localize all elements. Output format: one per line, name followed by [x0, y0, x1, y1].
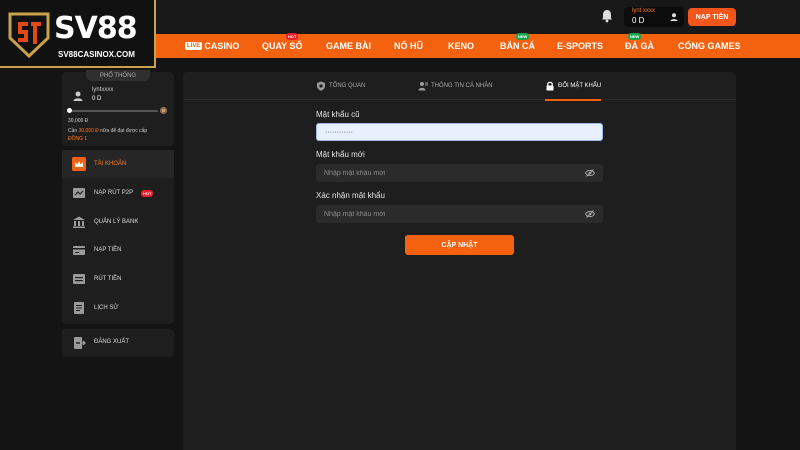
- header-balance: 0 D: [632, 16, 645, 25]
- sidebar-balance: 0 D: [92, 96, 102, 102]
- new-password-field[interactable]: [316, 164, 603, 182]
- logo-brand: SV88: [54, 11, 138, 46]
- nav-item-ban-ca[interactable]: BẮN CÁ NEW: [500, 33, 535, 58]
- hot-badge: HOT: [141, 189, 154, 197]
- account-menu: TÀI KHOẢN NẠP RÚT P2P HOT QUẢN LÝ BANK N…: [62, 150, 174, 324]
- user-card: PHỔ THÔNG lyntxxxx 0 D 30,000 Đ Cần 30,0…: [62, 70, 174, 146]
- need-prefix: Cần: [68, 128, 78, 134]
- nav-item-keno[interactable]: KENO: [448, 34, 474, 58]
- withdraw-icon: [73, 274, 85, 284]
- confirm-password-label: Xác nhận mật khẩu: [316, 191, 385, 200]
- bank-icon: [73, 216, 85, 228]
- menu-label: NẠP RÚT P2P: [94, 190, 134, 196]
- nav-label: ĐÁ GÀ: [625, 41, 654, 51]
- old-password-field[interactable]: [316, 123, 603, 141]
- need-suffix: nữa để đạt được cấp: [100, 128, 148, 134]
- eye-hidden-icon[interactable]: [585, 210, 595, 218]
- menu-label: TÀI KHOẢN: [94, 161, 127, 167]
- level-progress-bar: [67, 108, 158, 113]
- nav-item-game-bai[interactable]: GAME BÀI: [326, 34, 371, 58]
- new-password-label: Mật khẩu mới: [316, 150, 365, 159]
- sidebar-item-deposit[interactable]: NẠP TIỀN: [62, 236, 174, 264]
- nav-item-no-hu[interactable]: NỔ HŨ: [394, 34, 423, 58]
- menu-label: RÚT TIỀN: [94, 276, 122, 282]
- header-username: lynt xxxx: [632, 8, 656, 14]
- new-badge: NEW: [516, 33, 530, 40]
- nav-label: QUAY SỐ: [262, 41, 303, 51]
- nav-item-quay-so[interactable]: QUAY SỐ HOT: [262, 33, 303, 58]
- logout-icon: [74, 337, 86, 349]
- menu-label: LỊCH SỬ: [94, 305, 119, 311]
- deposit-button[interactable]: NẠP TIỀN: [688, 8, 736, 26]
- sidebar-item-history[interactable]: LỊCH SỬ: [62, 294, 174, 322]
- sidebar-item-withdraw[interactable]: RÚT TIỀN: [62, 265, 174, 293]
- tier-label: PHỔ THÔNG: [86, 70, 150, 81]
- sidebar-username: lyntxxxx: [92, 87, 114, 93]
- site-logo[interactable]: SV88 SV88CASINOX.COM: [0, 0, 156, 68]
- nav-label: BẮN CÁ: [500, 41, 535, 51]
- history-icon: [74, 302, 84, 314]
- next-tier-name: ĐỒNG 1: [68, 135, 88, 142]
- tab-label: TỔNG QUAN: [329, 83, 366, 89]
- nav-label: E-SPORTS: [557, 41, 604, 51]
- nav-label: CASINO: [204, 41, 240, 51]
- crown-icon: [72, 157, 86, 171]
- nav-item-esports[interactable]: E-SPORTS: [557, 34, 603, 58]
- nav-label: KENO: [448, 41, 475, 51]
- logo-site: SV88CASINOX.COM: [58, 50, 135, 59]
- new-badge: NEW: [628, 33, 642, 40]
- account-tabs: TỔNG QUAN THÔNG TIN CÁ NHÂN ĐỔI MẬT KHẨU: [183, 72, 736, 101]
- logout-label: ĐĂNG XUẤT: [94, 339, 130, 345]
- user-card-icon: [418, 82, 428, 91]
- menu-label: QUẢN LÝ BANK: [94, 219, 139, 225]
- logout-button[interactable]: ĐĂNG XUẤT: [62, 329, 174, 357]
- tab-label: THÔNG TIN CÁ NHÂN: [431, 83, 493, 89]
- old-password-label: Mật khẩu cũ: [316, 110, 360, 119]
- sidebar-item-account[interactable]: TÀI KHOẢN: [62, 150, 174, 178]
- need-amount: 30,000 Đ: [78, 128, 99, 134]
- nav-item-cong-games[interactable]: CỔNG GAMES: [678, 34, 741, 58]
- user-icon: [670, 13, 678, 21]
- account-box[interactable]: lynt xxxx 0 D: [624, 7, 684, 27]
- avatar-icon: [73, 91, 83, 101]
- shield-icon: [317, 81, 325, 91]
- logo-mark-icon: [8, 12, 50, 59]
- nav-item-casino[interactable]: LIVE CASINO: [185, 34, 239, 58]
- main-panel: TỔNG QUAN THÔNG TIN CÁ NHÂN ĐỔI MẬT KHẨU…: [183, 72, 736, 450]
- sidebar-item-bank[interactable]: QUẢN LÝ BANK: [62, 208, 174, 236]
- progress-hint: Cần 30,000 Đ nữa để đạt được cấp ĐỒNG 1: [68, 128, 172, 143]
- eye-hidden-icon[interactable]: [585, 169, 595, 177]
- tab-personal-info[interactable]: THÔNG TIN CÁ NHÂN: [418, 72, 493, 100]
- tab-change-password[interactable]: ĐỔI MẬT KHẨU: [545, 72, 602, 101]
- nav-label: CỔNG GAMES: [678, 41, 741, 51]
- nav-label: NỔ HŨ: [394, 41, 423, 51]
- menu-label: NẠP TIỀN: [94, 247, 122, 253]
- progress-goal: 30,000 Đ: [68, 118, 89, 124]
- next-tier-icon: [159, 106, 168, 115]
- nav-item-da-ga[interactable]: ĐÁ GÀ NEW: [625, 33, 654, 58]
- sidebar-item-p2p[interactable]: NẠP RÚT P2P HOT: [62, 179, 174, 207]
- deposit-icon: [73, 246, 85, 255]
- update-button[interactable]: CẬP NHẬT: [405, 235, 514, 255]
- hot-badge: HOT: [286, 33, 299, 40]
- bell-icon[interactable]: [599, 8, 615, 24]
- nav-label: GAME BÀI: [326, 41, 371, 51]
- confirm-password-field[interactable]: [316, 205, 603, 223]
- tab-overview[interactable]: TỔNG QUAN: [316, 72, 365, 100]
- progress-marker: [67, 108, 72, 113]
- lock-icon: [546, 81, 554, 91]
- p2p-icon: [73, 188, 85, 198]
- tab-label: ĐỔI MẬT KHẨU: [558, 83, 602, 89]
- live-tag: LIVE: [185, 42, 203, 50]
